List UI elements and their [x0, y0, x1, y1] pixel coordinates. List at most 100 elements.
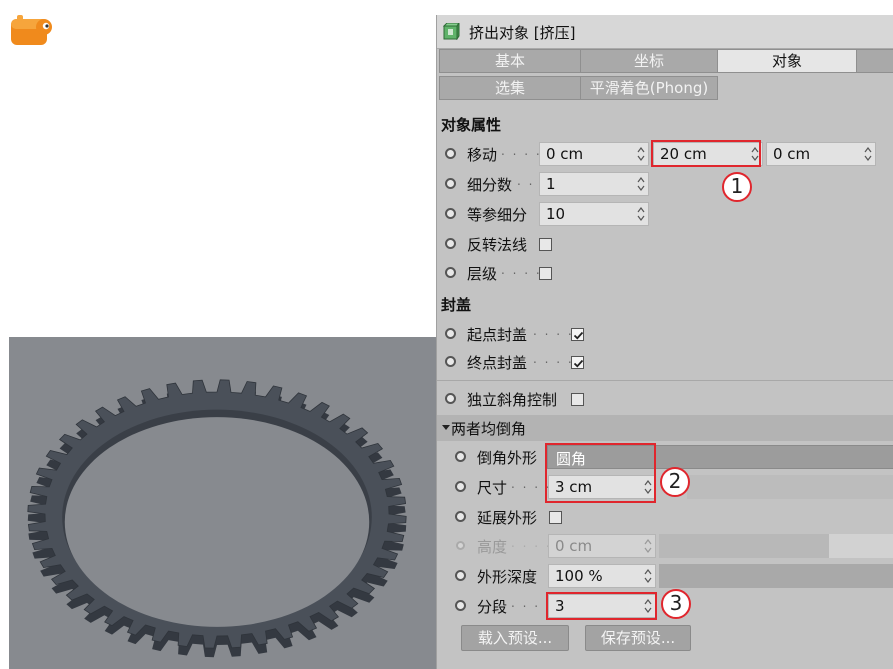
- move-label: 移动: [467, 146, 498, 164]
- row-end-cap: 终点封盖 . . . .: [437, 350, 893, 376]
- animate-radio-icon[interactable]: [445, 393, 456, 404]
- spinner-icon[interactable]: [637, 176, 645, 192]
- row-height: 高度 . . . . 0 cm: [437, 534, 893, 560]
- start-cap-label: 起点封盖: [467, 326, 528, 344]
- section-caps: 封盖: [441, 296, 472, 314]
- tab-coordinates[interactable]: 坐标: [580, 49, 718, 73]
- spinner-icon[interactable]: [637, 206, 645, 222]
- height-value: 0 cm: [555, 537, 593, 555]
- animate-radio-icon[interactable]: [445, 148, 456, 159]
- bevel-shape-label: 倒角外形: [477, 449, 538, 467]
- 3d-viewport[interactable]: [9, 337, 437, 669]
- segments-label: 分段: [477, 598, 508, 616]
- gear-hole: [64, 417, 370, 627]
- annotation-badge-3: 3: [661, 589, 691, 619]
- annotation-badge-2: 2: [660, 467, 690, 497]
- group-both-bevel-label: 两者均倒角: [451, 420, 527, 438]
- height-field: 0 cm: [548, 534, 656, 558]
- flip-normals-checkbox[interactable]: [539, 238, 552, 251]
- highlight-move-y: [651, 140, 761, 167]
- section-object-properties: 对象属性: [441, 116, 502, 134]
- collapse-triangle-icon[interactable]: [442, 425, 450, 430]
- row-shape-depth: 外形深度 100 %: [437, 564, 893, 590]
- height-dots: . . . .: [511, 536, 552, 550]
- group-both-bevel[interactable]: 两者均倒角: [437, 415, 893, 441]
- spinner-icon[interactable]: [644, 568, 652, 584]
- row-iso-subdivisions: 等参细分 10: [437, 202, 893, 228]
- animate-radio-icon[interactable]: [445, 356, 456, 367]
- row-flip-normals: 反转法线: [437, 232, 893, 258]
- animate-radio-icon[interactable]: [445, 267, 456, 278]
- tab-object[interactable]: 对象: [717, 49, 857, 73]
- subdivisions-dots: . .: [517, 174, 535, 188]
- row-bevel-shape: 倒角外形 圆角: [437, 445, 893, 471]
- animate-radio-icon[interactable]: [455, 570, 466, 581]
- end-cap-checkbox[interactable]: [571, 356, 584, 369]
- move-z-value: 0 cm: [773, 145, 811, 163]
- move-dots: . . . .: [501, 144, 542, 158]
- subdivisions-label: 细分数: [467, 176, 513, 194]
- bevel-size-label: 尺寸: [477, 479, 508, 497]
- highlight-bevel-shape-size: [545, 443, 656, 503]
- end-cap-dots: . . . .: [533, 352, 574, 366]
- panel-titlebar: 挤出对象 [挤压]: [437, 15, 893, 49]
- end-cap-label: 终点封盖: [467, 354, 528, 372]
- animate-radio-icon: [456, 541, 465, 550]
- move-x-value: 0 cm: [546, 145, 584, 163]
- load-preset-button[interactable]: 载入预设...: [461, 625, 569, 651]
- row-start-cap: 起点封盖 . . . .: [437, 322, 893, 348]
- animate-radio-icon[interactable]: [455, 511, 466, 522]
- tab-extra[interactable]: [856, 49, 893, 73]
- animate-radio-icon[interactable]: [445, 238, 456, 249]
- spinner-icon[interactable]: [864, 146, 872, 162]
- hierarchical-checkbox[interactable]: [539, 267, 552, 280]
- tab-phong[interactable]: 平滑着色(Phong): [580, 76, 718, 100]
- height-slider-fill: [829, 534, 893, 558]
- subdivisions-value: 1: [546, 175, 556, 193]
- animate-radio-icon[interactable]: [455, 600, 466, 611]
- animate-radio-icon[interactable]: [445, 178, 456, 189]
- extend-shape-label: 延展外形: [477, 509, 538, 527]
- bevel-size-slider[interactable]: [687, 475, 893, 499]
- hierarchical-label: 层级: [467, 265, 498, 283]
- move-x-field[interactable]: 0 cm: [539, 142, 649, 166]
- height-slider-track: [659, 534, 829, 558]
- move-z-field[interactable]: 0 cm: [766, 142, 876, 166]
- checkmark-icon: [573, 359, 584, 368]
- animate-radio-icon[interactable]: [445, 208, 456, 219]
- animate-radio-icon[interactable]: [445, 328, 456, 339]
- tab-basic[interactable]: 基本: [439, 49, 581, 73]
- extend-shape-checkbox[interactable]: [549, 511, 562, 524]
- row-extend-shape: 延展外形: [437, 505, 893, 531]
- independent-bevel-checkbox[interactable]: [571, 393, 584, 406]
- spinner-icon: [644, 539, 652, 553]
- animate-radio-icon[interactable]: [455, 451, 466, 462]
- save-preset-button[interactable]: 保存预设...: [585, 625, 691, 651]
- row-subdivisions: 细分数 . . 1: [437, 172, 893, 198]
- checkmark-icon: [573, 331, 584, 340]
- annotation-badge-1: 1: [722, 172, 752, 202]
- divider: [437, 380, 893, 381]
- spinner-icon[interactable]: [637, 146, 645, 162]
- highlight-segments: [546, 592, 657, 620]
- iso-subdivisions-label: 等参细分: [467, 206, 528, 224]
- panel-title: 挤出对象 [挤压]: [469, 24, 576, 42]
- shape-depth-slider[interactable]: [659, 564, 893, 588]
- subdivisions-field[interactable]: 1: [539, 172, 649, 196]
- gear-ring-model: [27, 379, 407, 658]
- extrude-object-icon: [442, 21, 460, 41]
- animate-radio-icon[interactable]: [455, 481, 466, 492]
- row-independent-bevel: 独立斜角控制: [437, 387, 893, 413]
- flip-normals-label: 反转法线: [467, 236, 528, 254]
- start-cap-checkbox[interactable]: [571, 328, 584, 341]
- tab-selection[interactable]: 选集: [439, 76, 581, 100]
- row-hierarchical: 层级 . . . . .: [437, 261, 893, 287]
- app-logo-icon: [10, 13, 56, 47]
- iso-subdivisions-value: 10: [546, 205, 566, 223]
- shape-depth-value: 100 %: [555, 567, 603, 585]
- height-label: 高度: [477, 538, 508, 556]
- shape-depth-label: 外形深度: [477, 568, 538, 586]
- independent-bevel-label: 独立斜角控制: [467, 391, 558, 409]
- shape-depth-field[interactable]: 100 %: [548, 564, 656, 588]
- iso-subdivisions-field[interactable]: 10: [539, 202, 649, 226]
